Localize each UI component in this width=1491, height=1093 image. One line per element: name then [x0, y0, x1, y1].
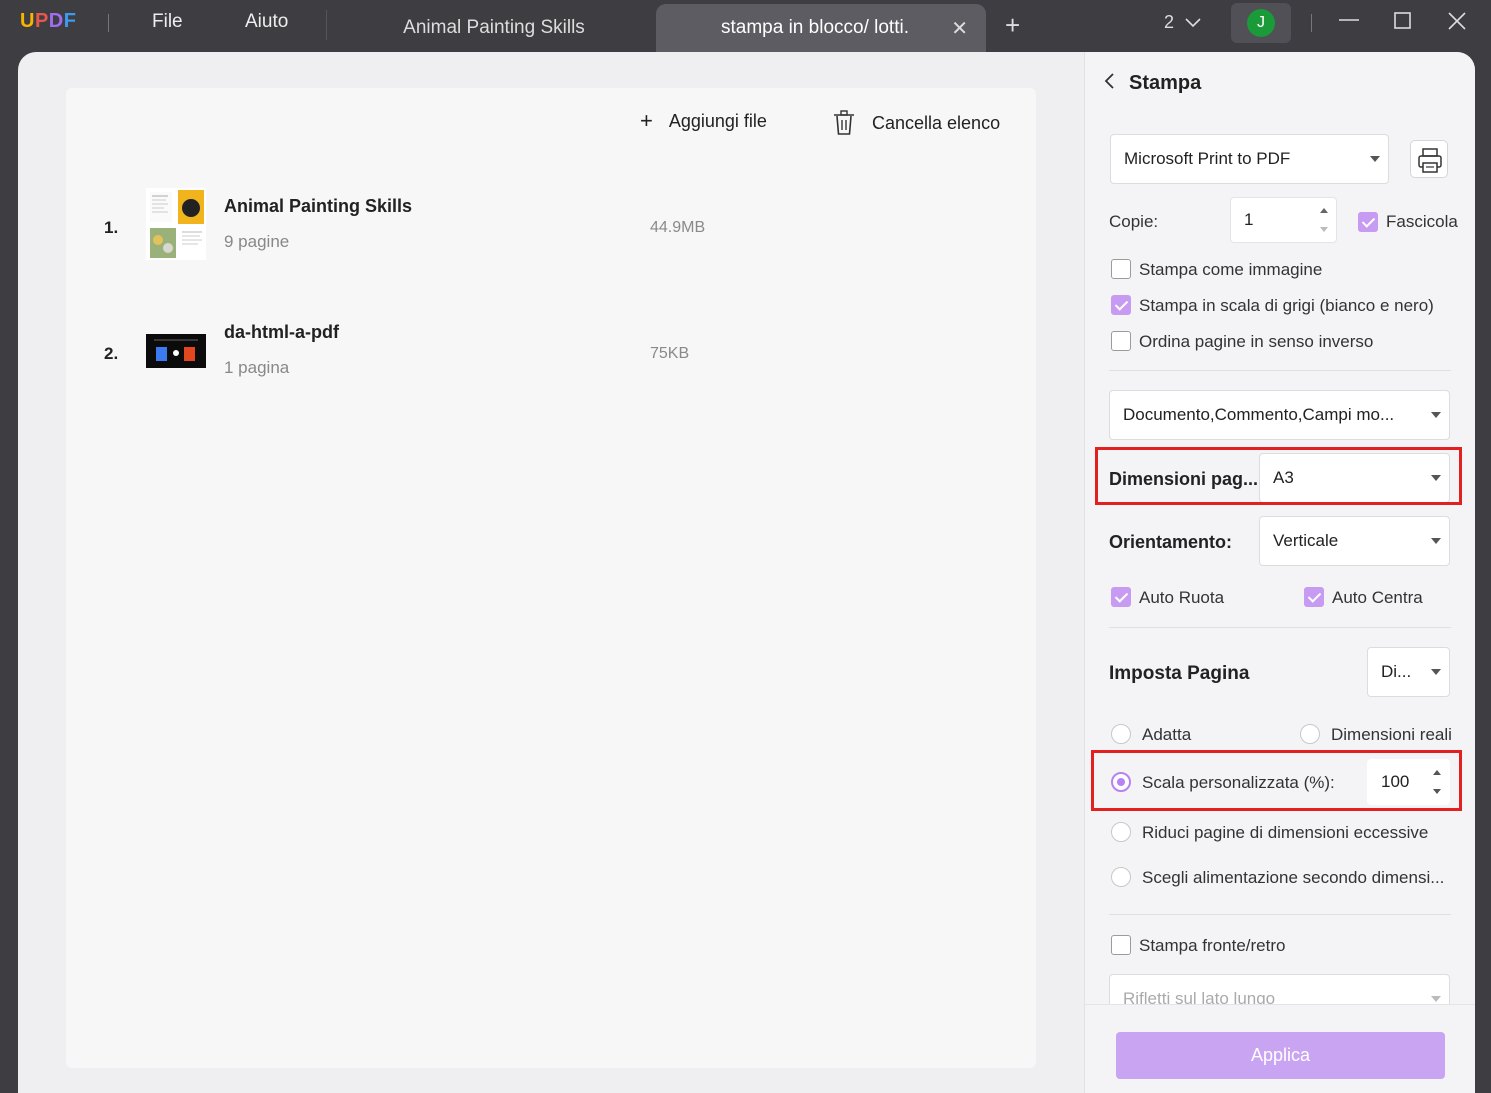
- title-separator: [108, 14, 109, 32]
- file-pages: 1 pagina: [224, 358, 290, 377]
- auto-rotate-checkbox[interactable]: [1111, 587, 1131, 607]
- menu-file[interactable]: File: [152, 11, 183, 33]
- minimize-icon[interactable]: [1338, 8, 1360, 36]
- chevron-down-icon: [1431, 996, 1441, 1002]
- settings-scroll-area[interactable]: Stampa Microsoft Print to PDF Copie: 1 F…: [1085, 52, 1475, 1004]
- new-tab-icon[interactable]: +: [1005, 10, 1020, 41]
- copies-stepper[interactable]: 1: [1230, 197, 1337, 243]
- plus-icon: +: [640, 108, 653, 133]
- menu-help[interactable]: Aiuto: [245, 11, 288, 33]
- panel-title: Stampa: [1129, 72, 1202, 94]
- orientation-select[interactable]: Verticale: [1259, 516, 1450, 566]
- tab-batch-print[interactable]: stampa in blocco/ lotti. ✕: [656, 4, 986, 52]
- file-pages: 9 pagine: [224, 232, 290, 251]
- print-as-image-checkbox[interactable]: [1111, 259, 1131, 279]
- shrink-radio[interactable]: [1111, 822, 1131, 842]
- flip-mode-select[interactable]: Rifletti sul lato lungo: [1109, 974, 1450, 1004]
- close-window-icon[interactable]: [1447, 11, 1467, 37]
- title-separator: [1311, 14, 1312, 32]
- file-size: 75KB: [650, 345, 690, 362]
- main-area: + Aggiungi file Cancella elenco 1. Anima…: [18, 52, 1475, 1093]
- fit-label: Adatta: [1142, 725, 1192, 744]
- chevron-down-icon: [1431, 412, 1441, 418]
- page-setup-value: Di...: [1381, 662, 1412, 681]
- file-index: 2.: [104, 344, 119, 363]
- chevron-down-icon: [1431, 538, 1441, 544]
- clear-list-label: Cancella elenco: [872, 112, 1001, 133]
- divider: [1109, 370, 1451, 371]
- print-settings-panel: Stampa Microsoft Print to PDF Copie: 1 F…: [1084, 52, 1475, 1093]
- divider: [1109, 627, 1451, 628]
- printer-select[interactable]: Microsoft Print to PDF: [1110, 134, 1389, 184]
- duplex-label: Stampa fronte/retro: [1139, 936, 1286, 955]
- copies-label: Copie:: [1109, 212, 1159, 231]
- auto-center-checkbox[interactable]: [1304, 587, 1324, 607]
- back-arrow-icon[interactable]: [1103, 72, 1115, 96]
- printer-value: Microsoft Print to PDF: [1124, 149, 1291, 168]
- reverse-order-checkbox[interactable]: [1111, 331, 1131, 351]
- copies-value: 1: [1244, 210, 1254, 229]
- title-separator: [326, 10, 327, 40]
- clear-list-button[interactable]: Cancella elenco: [832, 110, 1000, 136]
- window-count[interactable]: 2: [1164, 12, 1201, 33]
- spin-up-icon[interactable]: [1320, 208, 1328, 213]
- panel-footer: Applica: [1085, 1004, 1475, 1093]
- actual-size-label: Dimensioni reali: [1331, 725, 1452, 744]
- fit-radio[interactable]: [1111, 724, 1131, 744]
- add-file-label: Aggiungi file: [668, 110, 767, 131]
- custom-scale-highlight: [1091, 750, 1462, 811]
- title-bar: UPDF File Aiuto Animal Painting Skills s…: [0, 0, 1491, 52]
- file-list-card: + Aggiungi file Cancella elenco 1. Anima…: [66, 88, 1036, 1068]
- tab-label: stampa in blocco/ lotti.: [721, 17, 909, 38]
- collate-checkbox[interactable]: [1358, 212, 1378, 232]
- list-item[interactable]: 1. Animal Painting Skills 9 pagine 44.9M…: [66, 184, 1036, 274]
- apply-button[interactable]: Applica: [1116, 1032, 1445, 1079]
- orientation-value: Verticale: [1273, 531, 1339, 550]
- page-setup-label: Imposta Pagina: [1109, 663, 1250, 684]
- file-thumbnail: [146, 188, 206, 260]
- shrink-label: Riduci pagine di dimensioni eccessive: [1142, 823, 1429, 842]
- print-as-image-label: Stampa come immagine: [1139, 260, 1323, 279]
- updf-logo[interactable]: UPDF: [20, 10, 76, 33]
- tab-animal-painting[interactable]: Animal Painting Skills: [340, 4, 648, 52]
- add-file-button[interactable]: + Aggiungi file: [640, 110, 767, 132]
- chevron-down-icon: [1431, 669, 1441, 675]
- choose-source-radio[interactable]: [1111, 867, 1131, 887]
- file-index: 1.: [104, 218, 119, 237]
- printer-properties-button[interactable]: [1410, 140, 1448, 178]
- avatar: J: [1247, 9, 1275, 37]
- list-item[interactable]: 2. da-html-a-pdf 1 pagina 75KB: [66, 310, 1036, 400]
- orientation-label: Orientamento:: [1109, 532, 1233, 552]
- grayscale-checkbox[interactable]: [1111, 295, 1131, 315]
- reverse-order-label: Ordina pagine in senso inverso: [1139, 332, 1374, 351]
- auto-rotate-label: Auto Ruota: [1139, 588, 1225, 607]
- spin-down-icon[interactable]: [1320, 227, 1328, 232]
- file-thumbnail: [146, 334, 206, 368]
- actual-size-radio[interactable]: [1300, 724, 1320, 744]
- flip-mode-value: Rifletti sul lato lungo: [1123, 989, 1276, 1004]
- print-content-value: Documento,Commento,Campi mo...: [1123, 405, 1395, 424]
- file-name: da-html-a-pdf: [224, 322, 339, 342]
- file-size: 44.9MB: [650, 219, 706, 236]
- close-tab-icon[interactable]: ✕: [951, 16, 968, 41]
- choose-source-label: Scegli alimentazione secondo dimensi...: [1142, 868, 1445, 887]
- duplex-checkbox[interactable]: [1111, 935, 1131, 955]
- print-content-select[interactable]: Documento,Commento,Campi mo...: [1109, 390, 1450, 440]
- page-size-highlight: [1095, 447, 1462, 505]
- collate-label: Fascicola: [1386, 212, 1458, 231]
- tab-label: Animal Painting Skills: [403, 17, 585, 38]
- chevron-down-icon: [1185, 18, 1201, 28]
- file-name: Animal Painting Skills: [224, 196, 413, 216]
- auto-center-label: Auto Centra: [1332, 588, 1423, 607]
- user-avatar-button[interactable]: J: [1231, 3, 1291, 43]
- grayscale-label: Stampa in scala di grigi (bianco e nero): [1139, 296, 1434, 315]
- trash-icon: [834, 110, 854, 135]
- printer-icon: [1418, 148, 1442, 173]
- divider: [1109, 914, 1451, 915]
- chevron-down-icon: [1370, 156, 1380, 162]
- maximize-icon[interactable]: [1394, 12, 1412, 36]
- page-setup-select[interactable]: Di...: [1367, 647, 1450, 697]
